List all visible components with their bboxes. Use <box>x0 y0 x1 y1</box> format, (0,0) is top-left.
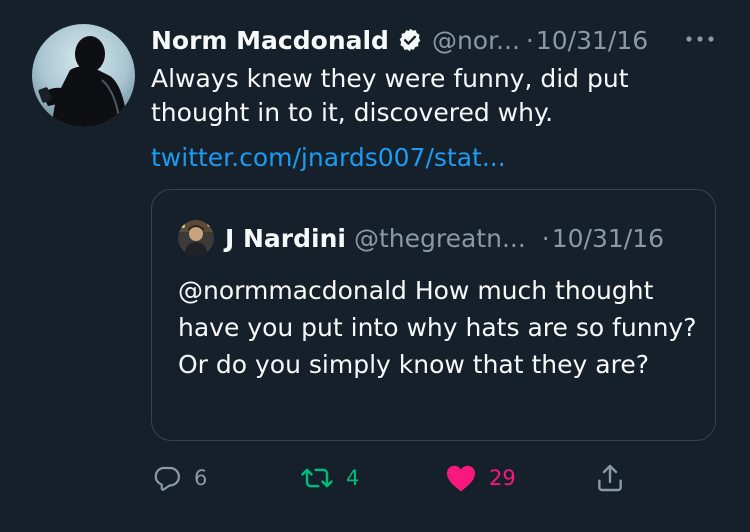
quoted-author-name[interactable]: J Nardini <box>225 224 346 253</box>
share-button[interactable] <box>594 458 626 498</box>
quoted-tweet[interactable]: J Nardini @thegreatn... · 10/31/16 @norm… <box>151 189 716 441</box>
quoted-author-handle[interactable]: @thegreatn... <box>354 224 526 253</box>
author-name[interactable]: Norm Macdonald <box>151 26 389 55</box>
quoted-header-separator: · <box>541 223 550 253</box>
author-handle[interactable]: @nor... <box>432 26 520 55</box>
action-bar: 6 4 29 <box>0 458 750 498</box>
reply-count: 6 <box>194 466 208 490</box>
like-count: 29 <box>489 466 516 490</box>
tweet-date[interactable]: 10/31/16 <box>536 26 648 55</box>
retweet-button[interactable]: 4 <box>300 458 359 498</box>
share-icon <box>594 462 626 494</box>
quoted-author-avatar[interactable] <box>178 220 214 256</box>
retweet-icon <box>300 463 334 493</box>
reply-button[interactable]: 6 <box>152 458 207 498</box>
verified-badge-icon <box>397 27 423 53</box>
tweet-header: Norm Macdonald @nor... · 10/31/16 <box>151 22 648 58</box>
heart-icon <box>445 463 477 493</box>
like-button[interactable]: 29 <box>445 458 516 498</box>
reply-icon <box>152 463 182 493</box>
tweet-text: Always knew they were funny, did put tho… <box>151 64 629 127</box>
tweet[interactable]: Norm Macdonald @nor... · 10/31/16 Always… <box>0 0 750 532</box>
quoted-tweet-text: @normmacdonald How much thought have you… <box>178 276 697 379</box>
retweet-count: 4 <box>346 466 360 490</box>
quoted-tweet-date[interactable]: 10/31/16 <box>552 224 664 253</box>
header-separator: · <box>525 25 534 55</box>
tweet-link[interactable]: twitter.com/jnards007/stat... <box>151 141 506 175</box>
author-avatar[interactable] <box>32 24 135 127</box>
quoted-tweet-header: J Nardini @thegreatn... · 10/31/16 <box>225 218 664 258</box>
more-options-icon[interactable] <box>684 26 718 52</box>
